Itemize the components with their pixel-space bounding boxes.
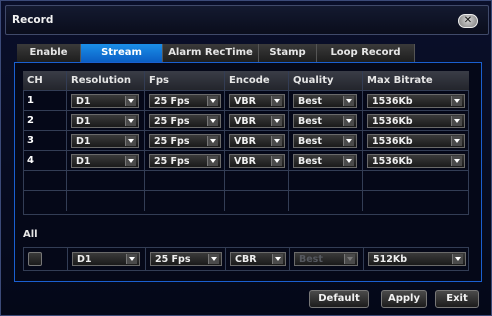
quality-select[interactable]: Best: [293, 154, 357, 168]
all-resolution-select[interactable]: D1: [72, 252, 140, 266]
all-quality-select: Best: [294, 252, 358, 266]
window-title: Record: [12, 14, 54, 26]
all-encode-select[interactable]: CBR: [230, 252, 286, 266]
table-header: CH Resolution Fps Encode Quality Max Bit…: [23, 71, 469, 91]
chevron-down-icon: [343, 96, 354, 106]
chevron-down-icon: [125, 96, 136, 106]
encode-select[interactable]: VBR: [229, 114, 285, 128]
table-row-empty: [23, 171, 469, 191]
chevron-down-icon: [343, 116, 354, 126]
close-icon[interactable]: ✕: [458, 14, 478, 28]
chevron-down-icon: [451, 156, 462, 166]
chevron-down-icon: [272, 254, 283, 264]
channel-number: 3: [27, 135, 34, 146]
exit-button[interactable]: Exit: [435, 290, 479, 308]
col-encode: Encode: [229, 75, 270, 86]
chevron-down-icon: [344, 254, 355, 264]
apply-button[interactable]: Apply: [381, 290, 427, 308]
title-bar: Record ✕: [5, 5, 489, 35]
chevron-down-icon: [207, 116, 218, 126]
resolution-select[interactable]: D1: [71, 134, 139, 148]
all-fps-select[interactable]: 25 Fps: [150, 252, 222, 266]
bitrate-select[interactable]: 1536Kb: [367, 94, 465, 108]
bitrate-select[interactable]: 1536Kb: [367, 114, 465, 128]
chevron-down-icon: [343, 156, 354, 166]
quality-select[interactable]: Best: [293, 134, 357, 148]
bitrate-select[interactable]: 1536Kb: [367, 134, 465, 148]
chevron-down-icon: [343, 136, 354, 146]
tab-stream[interactable]: Stream: [81, 44, 163, 62]
chevron-down-icon: [451, 96, 462, 106]
all-checkbox[interactable]: [28, 252, 42, 266]
chevron-down-icon: [271, 156, 282, 166]
tab-enable[interactable]: Enable: [17, 44, 81, 62]
resolution-select[interactable]: D1: [71, 154, 139, 168]
col-quality: Quality: [293, 75, 334, 86]
chevron-down-icon: [126, 254, 137, 264]
all-bitrate-select[interactable]: 512Kb: [368, 252, 466, 266]
table-row: 2 D1 25 Fps VBR Best 1536Kb: [23, 111, 469, 131]
chevron-down-icon: [208, 254, 219, 264]
chevron-down-icon: [125, 156, 136, 166]
default-button[interactable]: Default: [309, 290, 369, 308]
resolution-select[interactable]: D1: [71, 94, 139, 108]
table-row-empty: [23, 191, 469, 211]
chevron-down-icon: [271, 96, 282, 106]
tab-loop-record[interactable]: Loop Record: [317, 44, 415, 62]
table-row: 3 D1 25 Fps VBR Best 1536Kb: [23, 131, 469, 151]
channel-number: 4: [27, 155, 34, 166]
chevron-down-icon: [125, 136, 136, 146]
col-fps: Fps: [149, 75, 169, 86]
chevron-down-icon: [452, 254, 463, 264]
quality-select[interactable]: Best: [293, 114, 357, 128]
col-resolution: Resolution: [71, 75, 132, 86]
chevron-down-icon: [451, 116, 462, 126]
encode-select[interactable]: VBR: [229, 94, 285, 108]
col-ch: CH: [27, 75, 43, 86]
all-channels-row: D1 25 Fps CBR Best 512Kb: [23, 247, 469, 271]
chevron-down-icon: [271, 116, 282, 126]
table-row: 4 D1 25 Fps VBR Best 1536Kb: [23, 151, 469, 171]
col-max-bitrate: Max Bitrate: [367, 75, 433, 86]
bitrate-select[interactable]: 1536Kb: [367, 154, 465, 168]
quality-select[interactable]: Best: [293, 94, 357, 108]
chevron-down-icon: [207, 156, 218, 166]
all-label: All: [23, 229, 38, 240]
encode-select[interactable]: VBR: [229, 154, 285, 168]
chevron-down-icon: [207, 96, 218, 106]
fps-select[interactable]: 25 Fps: [149, 134, 221, 148]
tab-stamp[interactable]: Stamp: [259, 44, 317, 62]
tab-alarm-rectime[interactable]: Alarm RecTime: [163, 44, 259, 62]
resolution-select[interactable]: D1: [71, 114, 139, 128]
table-row: 1 D1 25 Fps VBR Best 1536Kb: [23, 91, 469, 111]
chevron-down-icon: [125, 116, 136, 126]
fps-select[interactable]: 25 Fps: [149, 94, 221, 108]
channel-number: 2: [27, 115, 34, 126]
fps-select[interactable]: 25 Fps: [149, 114, 221, 128]
channel-number: 1: [27, 95, 34, 106]
chevron-down-icon: [451, 136, 462, 146]
record-window: Record ✕ Enable Stream Alarm RecTime Sta…: [0, 0, 492, 316]
chevron-down-icon: [271, 136, 282, 146]
stream-panel: CH Resolution Fps Encode Quality Max Bit…: [14, 62, 482, 282]
encode-select[interactable]: VBR: [229, 134, 285, 148]
chevron-down-icon: [207, 136, 218, 146]
fps-select[interactable]: 25 Fps: [149, 154, 221, 168]
